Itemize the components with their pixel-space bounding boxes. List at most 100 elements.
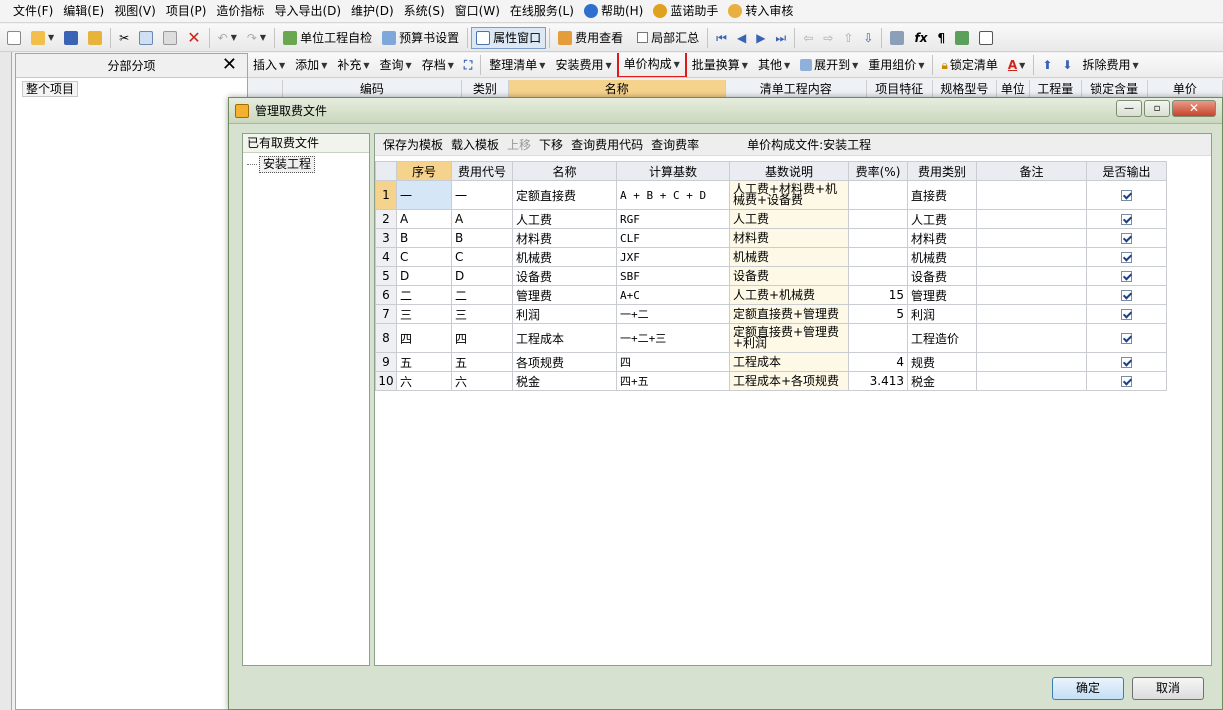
cell-category[interactable]: 规费 (907, 352, 977, 372)
cell-seq[interactable]: D (396, 266, 452, 286)
query-button[interactable]: 查询 ▼ (375, 54, 417, 77)
partial-summary-toggle[interactable]: 局部汇总 (628, 27, 704, 49)
move-right-button[interactable]: ⇨ (818, 27, 838, 49)
cell-code[interactable]: D (451, 266, 513, 286)
ok-button[interactable]: 确定 (1052, 677, 1124, 700)
cell-name[interactable]: 工程成本 (512, 323, 617, 353)
row-down-button[interactable]: ⬇ (1057, 54, 1077, 77)
cell-basis[interactable]: 工程成本+各项规费 (729, 371, 849, 391)
unit-price-composition-button[interactable]: 单价构成 ▼ (616, 53, 687, 77)
output-checkbox[interactable] (1121, 233, 1132, 244)
first-record-button[interactable]: ⏮ (711, 27, 732, 49)
copy-button[interactable] (134, 27, 158, 49)
undo-button[interactable]: ↶ ▼ (213, 27, 242, 49)
last-record-button[interactable]: ⏭ (770, 27, 791, 49)
supplement-button[interactable]: 补充 ▼ (332, 54, 374, 77)
menu-item[interactable]: 导入导出(D) (269, 0, 346, 22)
minimize-button[interactable]: — (1116, 100, 1142, 117)
cell-category[interactable]: 人工费 (907, 209, 977, 229)
cut-button[interactable]: ✂ (114, 27, 134, 49)
save-button[interactable] (59, 27, 83, 49)
cell-rate[interactable] (848, 323, 908, 353)
open-file-button[interactable]: ▼ (26, 27, 59, 49)
query-rate-button[interactable]: 查询费率 (647, 135, 703, 155)
cell-name[interactable]: 税金 (512, 371, 617, 391)
grid-column-header[interactable]: 锁定含量 (1082, 80, 1148, 97)
cell-code[interactable]: B (451, 228, 513, 248)
expand-to-button[interactable]: 展开到 ▼ (795, 54, 863, 77)
cell-seq[interactable]: 三 (396, 304, 452, 324)
redo-button[interactable]: ↷ ▼ (242, 27, 271, 49)
menu-item[interactable]: 维护(D) (346, 0, 399, 22)
column-header[interactable]: 备注 (976, 161, 1087, 181)
grid-column-header[interactable]: 单位 (997, 80, 1030, 97)
column-header[interactable]: 计算基数 (616, 161, 730, 181)
cell-note[interactable] (976, 323, 1087, 353)
cell-rate[interactable] (848, 209, 908, 229)
cell-note[interactable] (976, 247, 1087, 267)
menu-item[interactable]: 视图(V) (109, 0, 161, 22)
new-file-button[interactable] (2, 27, 26, 49)
output-checkbox[interactable] (1121, 333, 1132, 344)
cell-category[interactable]: 直接费 (907, 180, 977, 210)
output-checkbox[interactable] (1121, 376, 1132, 387)
cell-base[interactable]: CLF (616, 228, 730, 248)
cell-note[interactable] (976, 209, 1087, 229)
column-header[interactable]: 费用类别 (907, 161, 977, 181)
cell-code[interactable]: 一 (451, 180, 513, 210)
reuse-price-button[interactable]: 重用组价 ▼ (863, 54, 929, 77)
cell-category[interactable]: 税金 (907, 371, 977, 391)
output-checkbox[interactable] (1121, 357, 1132, 368)
load-template-button[interactable]: 载入模板 (447, 135, 503, 155)
table-row[interactable]: 3 B B 材料费 CLF 材料费 材料费 (375, 228, 1167, 248)
cell-seq[interactable]: 五 (396, 352, 452, 372)
cell-code[interactable]: 二 (451, 285, 513, 305)
column-header[interactable]: 是否输出 (1086, 161, 1167, 181)
cell-code[interactable]: 四 (451, 323, 513, 353)
grid-column-header[interactable]: 编码 (283, 80, 462, 97)
cell-basis[interactable]: 人工费+机械费 (729, 285, 849, 305)
cell-note[interactable] (976, 180, 1087, 210)
table-row[interactable]: 9 五五各项规费四工程成本 4 规费 (375, 352, 1167, 372)
organize-list-button[interactable]: 整理清单 ▼ (484, 54, 550, 77)
cell-rate[interactable] (848, 180, 908, 210)
row-up-button[interactable]: ⬆ (1037, 54, 1057, 77)
cell-note[interactable] (976, 228, 1087, 248)
move-up-button[interactable]: ⇧ (838, 27, 858, 49)
output-checkbox[interactable] (1121, 309, 1132, 320)
table-row[interactable]: 7 三三利润 一+二 定额直接费+管理费 5 利润 (375, 304, 1167, 324)
cell-base[interactable]: 一+二 (616, 304, 730, 324)
column-header[interactable]: 费用代号 (451, 161, 513, 181)
cancel-button[interactable]: 取消 (1132, 677, 1204, 700)
cell-name[interactable]: 管理费 (512, 285, 617, 305)
cell-base[interactable]: 四+五 (616, 371, 730, 391)
cell-category[interactable]: 管理费 (907, 285, 977, 305)
cell-seq[interactable]: 六 (396, 371, 452, 391)
cell-base[interactable]: 一+二+三 (616, 323, 730, 353)
install-fee-button[interactable]: 安装费用 ▼ (550, 54, 616, 77)
cell-base[interactable]: A+C (616, 285, 730, 305)
split-fee-button[interactable]: 拆除费用 ▼ (1077, 54, 1143, 77)
menu-item[interactable]: 转入审核 (723, 0, 798, 22)
cell-basis[interactable]: 人工费+材料费+机械费+设备费 (729, 180, 849, 210)
insert-button[interactable]: 插入 ▼ (248, 54, 290, 77)
open-folder-button[interactable] (83, 27, 107, 49)
column-header[interactable]: 费率(%) (848, 161, 908, 181)
output-checkbox[interactable] (1121, 290, 1132, 301)
cell-category[interactable]: 机械费 (907, 247, 977, 267)
cell-seq[interactable]: 一 (396, 180, 452, 210)
close-icon[interactable]: ✕ (222, 54, 237, 76)
formula-button[interactable]: fx (909, 27, 932, 49)
fee-file-item[interactable]: 安装工程 (247, 156, 369, 173)
cell-name[interactable]: 各项规费 (512, 352, 617, 372)
cell-note[interactable] (976, 371, 1087, 391)
cell-category[interactable]: 设备费 (907, 266, 977, 286)
cell-code[interactable]: 三 (451, 304, 513, 324)
table-row[interactable]: 5 D D 设备费 SBF 设备费 设备费 (375, 266, 1167, 286)
move-down-button[interactable]: 下移 (535, 135, 567, 155)
cell-note[interactable] (976, 352, 1087, 372)
cell-basis[interactable]: 人工费 (729, 209, 849, 229)
cell-name[interactable]: 材料费 (512, 228, 617, 248)
paste-button[interactable] (158, 27, 182, 49)
cell-rate[interactable]: 3.413 (848, 371, 908, 391)
